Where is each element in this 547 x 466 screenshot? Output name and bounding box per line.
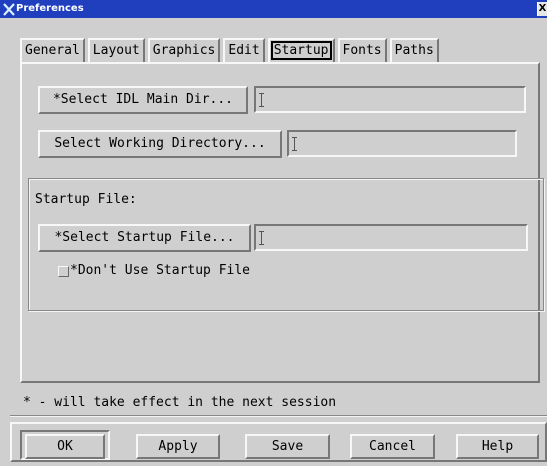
help-button[interactable]: Help <box>456 434 539 459</box>
working-dir-input[interactable] <box>299 134 513 155</box>
ok-button[interactable]: OK <box>25 434 105 459</box>
separator <box>10 415 547 417</box>
cancel-button[interactable]: Cancel <box>350 434 435 459</box>
select-main-dir-button[interactable]: *Select IDL Main Dir... <box>38 86 248 114</box>
x-logo-icon <box>3 3 15 16</box>
tab-startup[interactable]: Startup <box>267 38 335 64</box>
select-startup-file-button[interactable]: *Select Startup File... <box>38 224 251 252</box>
tab-layout[interactable]: Layout <box>87 38 145 64</box>
text-cursor-icon <box>259 93 265 107</box>
tab-edit[interactable]: Edit <box>223 38 265 64</box>
title-bar: Preferences X <box>0 0 547 18</box>
save-button[interactable]: Save <box>245 434 330 459</box>
dont-use-startup-label[interactable]: *Don't Use Startup File <box>70 263 250 278</box>
window-title: Preferences <box>16 3 84 14</box>
dont-use-startup-checkbox[interactable] <box>58 266 69 277</box>
tab-graphics[interactable]: Graphics <box>147 38 221 64</box>
tab-general[interactable]: General <box>20 38 85 64</box>
select-working-dir-button[interactable]: Select Working Directory... <box>38 130 282 158</box>
apply-button[interactable]: Apply <box>136 434 220 459</box>
main-dir-field[interactable] <box>254 86 526 113</box>
text-cursor-icon <box>259 231 265 245</box>
close-button[interactable]: X <box>537 2 547 16</box>
startup-file-field[interactable] <box>254 224 528 251</box>
tab-bar: General Layout Graphics Edit Startup Fon… <box>20 38 442 64</box>
tab-fonts[interactable]: Fonts <box>337 38 387 64</box>
startup-file-input[interactable] <box>266 228 524 249</box>
startup-file-group-label: Startup File: <box>35 192 137 207</box>
working-dir-field[interactable] <box>287 130 517 157</box>
tab-paths[interactable]: Paths <box>389 38 439 64</box>
session-note: * - will take effect in the next session <box>23 395 337 410</box>
text-cursor-icon <box>292 137 298 151</box>
main-dir-input[interactable] <box>266 90 522 111</box>
